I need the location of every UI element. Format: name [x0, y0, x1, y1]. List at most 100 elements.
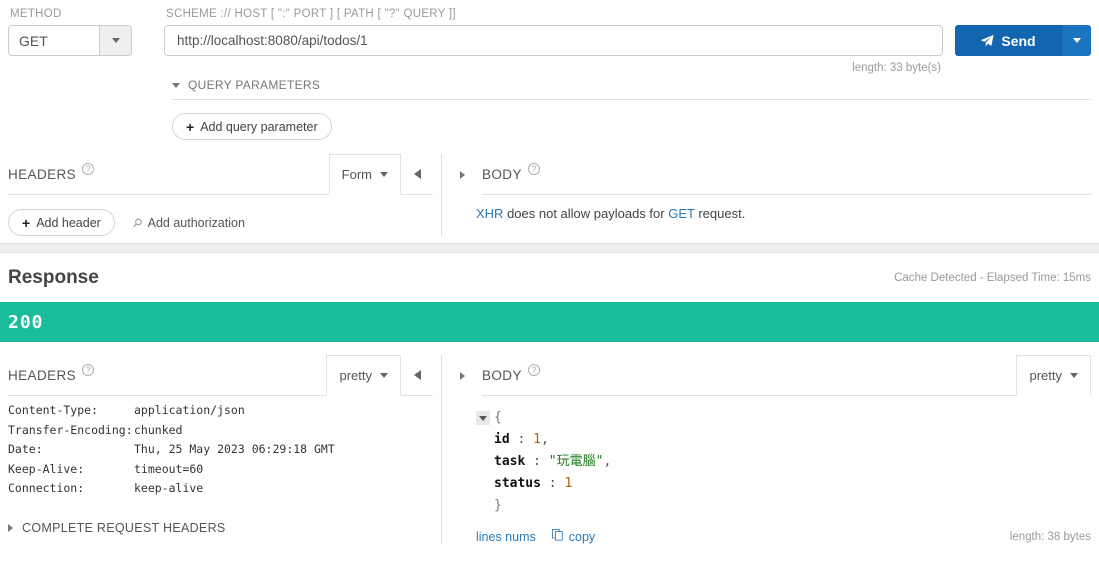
query-parameters-row: QUERY PARAMETERS + Add query parameter: [0, 78, 1099, 140]
lines-nums-button[interactable]: lines nums: [476, 530, 536, 544]
header-key: Date:: [8, 442, 43, 456]
response-panes: HEADERS ? pretty Content-Type: applicati…: [0, 355, 1099, 544]
triangle-right-icon: [459, 170, 465, 179]
request-body-note: XHR does not allow payloads for GET requ…: [442, 196, 1099, 221]
response-headers-pane: HEADERS ? pretty Content-Type: applicati…: [0, 355, 441, 544]
query-parameters-toggle[interactable]: QUERY PARAMETERS: [172, 78, 1091, 100]
json-comma: ,: [603, 454, 612, 469]
response-length-note: length: 38 bytes: [1009, 530, 1091, 543]
arrow-left-icon: [413, 370, 421, 380]
header-key: Connection:: [8, 481, 85, 495]
send-spacer-label: [955, 0, 1091, 25]
request-body-title: BODY: [482, 166, 522, 182]
chevron-down-icon: [1070, 373, 1078, 378]
add-header-label: Add header: [36, 215, 101, 230]
copy-label: copy: [568, 529, 596, 544]
json-collapse-toggle[interactable]: [476, 411, 490, 425]
xhr-link[interactable]: XHR: [476, 206, 503, 221]
copy-icon: [551, 529, 564, 544]
triangle-down-icon: [172, 82, 180, 88]
json-key: id: [494, 432, 510, 447]
complete-request-headers-toggle[interactable]: COMPLETE REQUEST HEADERS: [0, 499, 441, 535]
help-icon[interactable]: ?: [527, 364, 540, 376]
method-dropdown-button[interactable]: [99, 26, 131, 55]
request-top-row: METHOD GET SCHEME :// HOST [ ":" PORT ] …: [0, 0, 1099, 74]
query-parameters-label: QUERY PARAMETERS: [188, 78, 321, 92]
request-headers-format-select[interactable]: Form: [328, 154, 401, 195]
header-value: timeout=60: [134, 461, 204, 476]
request-headers-title-wrap: HEADERS ?: [8, 154, 329, 195]
request-headers-actions: + Add header ⚲ Add authorization: [8, 209, 433, 236]
url-column: SCHEME :// HOST [ ":" PORT ] [ PATH [ "?…: [132, 0, 943, 74]
lines-nums-label: lines nums: [476, 529, 536, 544]
response-headers-table: Content-Type: application/json Transfer-…: [0, 397, 441, 499]
table-row: Connection: keep-alive: [8, 479, 441, 499]
request-body-title-wrap: BODY ?: [482, 154, 1091, 195]
json-comma: ,: [540, 432, 549, 447]
json-line-close: }: [476, 495, 1099, 517]
plus-icon: +: [22, 214, 31, 231]
expand-right-button[interactable]: [442, 154, 482, 195]
help-icon[interactable]: ?: [82, 163, 95, 175]
json-separator: :: [509, 432, 534, 447]
help-icon[interactable]: ?: [527, 163, 540, 175]
json-separator: :: [540, 476, 565, 491]
response-body-title-wrap: BODY ?: [482, 355, 1017, 396]
request-headers-head: HEADERS ? Form: [0, 154, 441, 196]
chevron-down-icon: [380, 172, 388, 177]
send-column: Send: [943, 0, 1091, 74]
response-headers-title: HEADERS: [8, 367, 77, 383]
table-row: Keep-Alive: timeout=60: [8, 460, 441, 480]
send-button[interactable]: Send: [955, 25, 1061, 56]
response-body-format-select[interactable]: pretty: [1016, 355, 1091, 396]
help-icon[interactable]: ?: [82, 364, 95, 376]
chevron-down-icon: [111, 38, 120, 43]
expand-right-button[interactable]: [442, 355, 482, 396]
request-headers-format-value: Form: [341, 167, 372, 182]
json-key: task: [494, 454, 526, 469]
add-authorization-button[interactable]: ⚲ Add authorization: [129, 214, 245, 230]
response-meta: Cache Detected - Elapsed Time: 15ms: [894, 272, 1091, 284]
json-line-open: {: [476, 407, 1099, 429]
json-footer: lines nums copy length: 38 bytes: [442, 517, 1099, 544]
status-code: 200: [8, 311, 44, 333]
url-label: SCHEME :// HOST [ ":" PORT ] [ PATH [ "?…: [166, 8, 456, 20]
response-body-title: BODY: [482, 367, 522, 383]
response-headers-title-wrap: HEADERS ?: [8, 355, 327, 396]
table-row: Date: Thu, 25 May 2023 06:29:18 GMT: [8, 440, 441, 460]
json-value: 1: [533, 432, 541, 447]
send-options-button[interactable]: [1061, 25, 1091, 56]
json-value: "玩電腦": [548, 454, 604, 469]
json-open-brace: {: [494, 410, 502, 425]
triangle-right-icon: [459, 371, 465, 380]
send-button-group: Send: [955, 25, 1091, 56]
add-query-parameter-label: Add query parameter: [200, 119, 318, 134]
paper-plane-icon: [980, 34, 994, 48]
add-header-button[interactable]: + Add header: [8, 209, 115, 236]
response-headers-head: HEADERS ? pretty: [0, 355, 441, 397]
chevron-down-icon: [380, 373, 388, 378]
collapse-left-button[interactable]: [401, 154, 433, 195]
url-input[interactable]: http://localhost:8080/api/todos/1: [164, 25, 943, 56]
request-length-note: length: 33 byte(s): [852, 62, 941, 74]
rest-client-app: METHOD GET SCHEME :// HOST [ ":" PORT ] …: [0, 0, 1099, 587]
plus-icon: +: [186, 118, 195, 135]
section-divider[interactable]: [0, 243, 1099, 253]
query-parameters-body: + Add query parameter: [172, 113, 1091, 140]
json-close-brace: }: [494, 498, 502, 513]
method-select[interactable]: GET: [8, 25, 132, 56]
copy-button[interactable]: copy: [551, 529, 596, 544]
add-query-parameter-button[interactable]: + Add query parameter: [172, 113, 332, 140]
complete-request-headers-label: COMPLETE REQUEST HEADERS: [22, 520, 226, 535]
method-column: METHOD GET: [8, 0, 132, 74]
get-method-link[interactable]: GET: [668, 206, 695, 221]
table-row: Content-Type: application/json: [8, 401, 441, 421]
json-value: 1: [564, 476, 573, 491]
response-headers-format-select[interactable]: pretty: [326, 355, 401, 396]
response-section: Response Cache Detected - Elapsed Time: …: [0, 253, 1099, 544]
table-row: Transfer-Encoding: chunked: [8, 421, 441, 441]
json-line-entry: status : 1: [476, 473, 1099, 495]
collapse-left-button[interactable]: [401, 355, 433, 396]
json-key: status: [494, 476, 541, 491]
response-body-head: BODY ? pretty: [442, 355, 1099, 397]
